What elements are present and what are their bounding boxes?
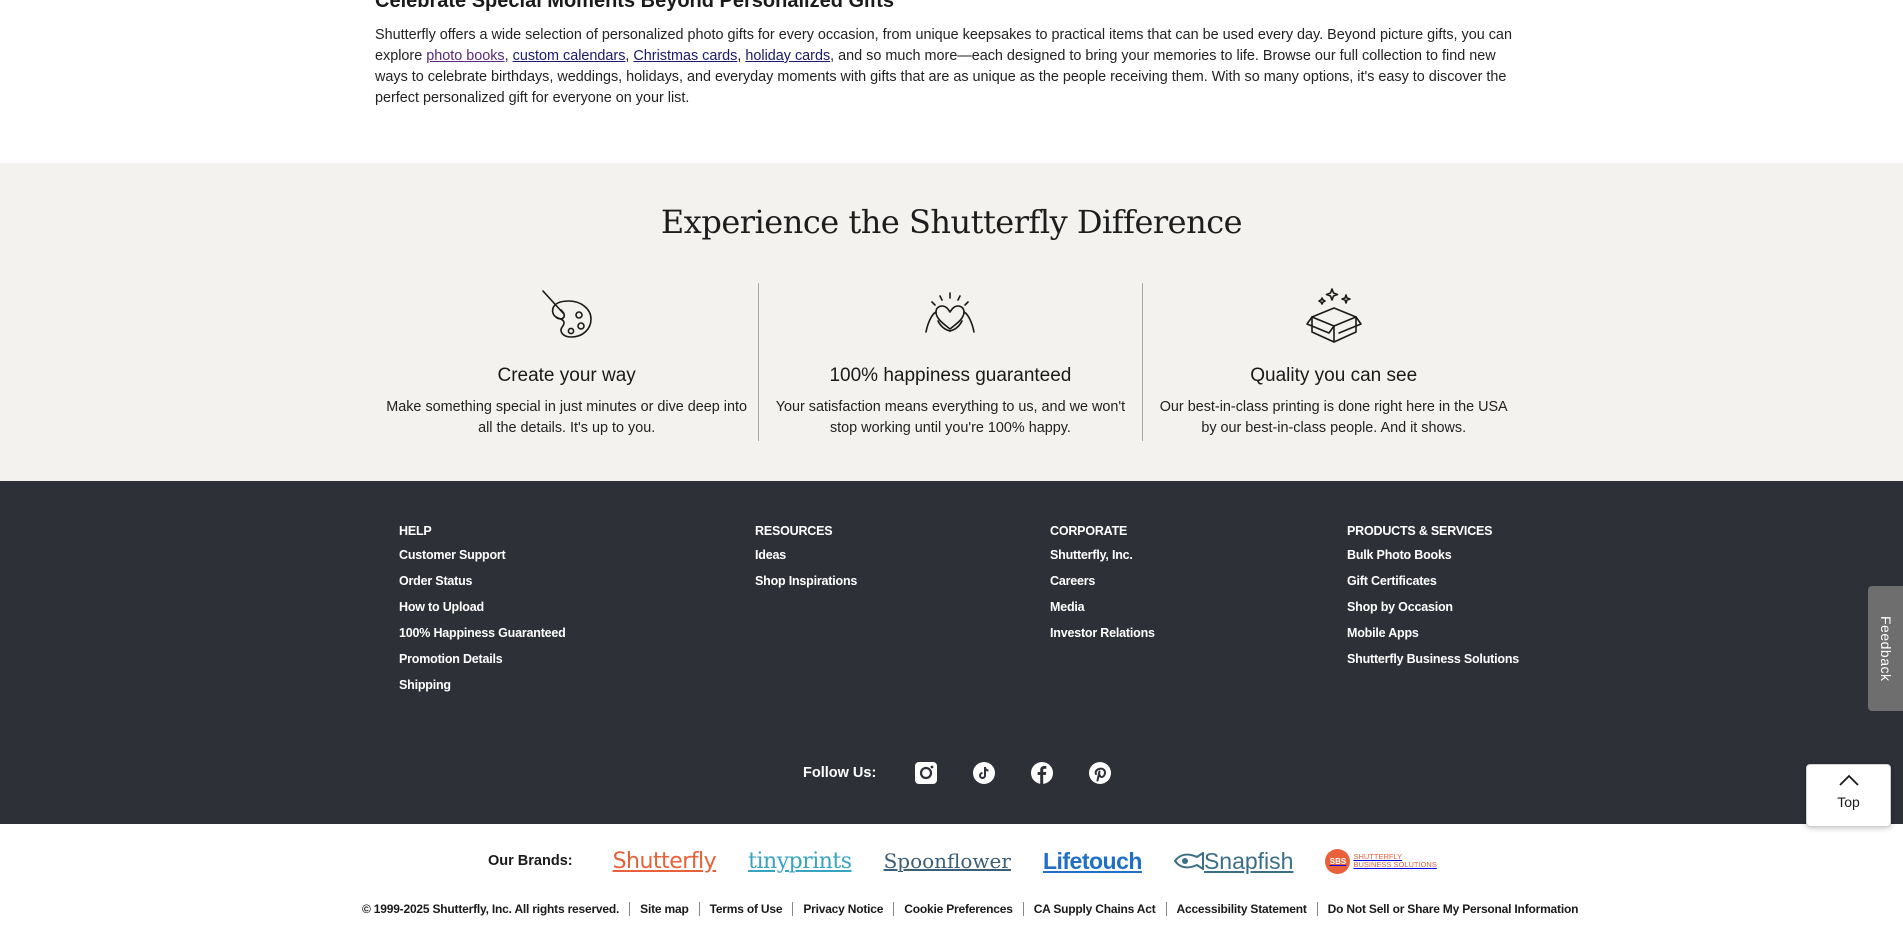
footer-link-gift-certificates[interactable]: Gift Certificates — [1347, 575, 1519, 588]
feature-text: Our best-in-class printing is done right… — [1159, 399, 1508, 436]
footer-link-careers[interactable]: Careers — [1050, 575, 1155, 588]
feedback-label: Feedback — [1878, 615, 1894, 682]
shutterfly-difference-section: Experience the Shutterfly Difference Cre… — [0, 163, 1903, 481]
footer-link-ideas[interactable]: Ideas — [755, 549, 857, 562]
our-brands-label: Our Brands: — [488, 853, 573, 869]
brand-lifetouch-logo[interactable]: Lifetouch — [1043, 848, 1143, 875]
feature-text: Your satisfaction means everything to us… — [775, 399, 1126, 436]
footer-heading-corporate: CORPORATE — [1050, 524, 1128, 538]
chevron-up-icon — [1838, 774, 1859, 786]
sbs-badge: SBS — [1325, 848, 1351, 874]
our-brands: Our Brands: Shutterfly tinyprints Spoonf… — [488, 845, 1469, 877]
feature-title: Create your way — [497, 365, 636, 386]
sparkle-box-icon — [1305, 288, 1362, 343]
tiktok-icon[interactable] — [972, 761, 996, 785]
brand-spoonflower-logo[interactable]: Spoonflower — [884, 849, 1011, 873]
footer-heading-resources: RESOURCES — [755, 524, 833, 538]
footer-heading-products: PRODUCTS & SERVICES — [1347, 524, 1493, 538]
footer-link-order-status[interactable]: Order Status — [399, 575, 566, 588]
feature-quality: Quality you can see Our best-in-class pr… — [1141, 283, 1525, 441]
snapfish-eye-icon — [1173, 852, 1204, 870]
legal-bar: © 1999-2025 Shutterfly, Inc. All rights … — [362, 902, 1588, 916]
photo-books-link[interactable]: photo books — [426, 48, 504, 64]
footer-column-resources: RESOURCES Ideas Shop Inspirations — [755, 524, 857, 601]
footer-link-bulk-photo-books[interactable]: Bulk Photo Books — [1347, 549, 1519, 562]
footer-heading-help: HELP — [399, 524, 432, 538]
footer-column-products: PRODUCTS & SERVICES Bulk Photo Books Gif… — [1347, 524, 1519, 679]
follow-us-label: Follow Us: — [803, 765, 877, 781]
site-footer: HELP Customer Support Order Status How t… — [0, 481, 1903, 824]
feature-create-your-way: Create your way Make something special i… — [375, 283, 758, 441]
footer-link-business-solutions[interactable]: Shutterfly Business Solutions — [1347, 653, 1519, 666]
instagram-icon[interactable] — [914, 761, 938, 785]
footer-link-shipping[interactable]: Shipping — [399, 679, 566, 692]
footer-link-promotion-details[interactable]: Promotion Details — [399, 653, 566, 666]
legal-link-cookie-preferences[interactable]: Cookie Preferences — [904, 902, 1013, 916]
footer-link-shutterfly-inc[interactable]: Shutterfly, Inc. — [1050, 549, 1155, 562]
brand-snapfish-logo[interactable]: Snapfish — [1173, 847, 1294, 875]
brand-sbs-logo[interactable]: SBS SHUTTERFLY BUSINESS SOLUTIONS — [1325, 848, 1437, 874]
intro-paragraph: Shutterfly offers a wide selection of pe… — [375, 25, 1530, 109]
legal-link-site-map[interactable]: Site map — [640, 902, 689, 916]
legal-link-accessibility[interactable]: Accessibility Statement — [1177, 902, 1307, 916]
brand-shutterfly-logo[interactable]: Shutterfly — [613, 849, 717, 874]
features-row: Create your way Make something special i… — [375, 283, 1525, 441]
follow-us: Follow Us: — [803, 761, 1146, 785]
footer-link-investor-relations[interactable]: Investor Relations — [1050, 627, 1155, 640]
facebook-icon[interactable] — [1030, 761, 1054, 785]
footer-link-how-to-upload[interactable]: How to Upload — [399, 601, 566, 614]
intro-title: Celebrate Special Moments Beyond Persona… — [375, 0, 895, 12]
christmas-cards-link[interactable]: Christmas cards — [633, 48, 737, 64]
legal-link-do-not-sell[interactable]: Do Not Sell or Share My Personal Informa… — [1328, 902, 1579, 916]
holiday-cards-link[interactable]: holiday cards — [745, 48, 830, 64]
pinterest-icon[interactable] — [1088, 761, 1112, 785]
copyright: © 1999-2025 Shutterfly, Inc. All rights … — [362, 902, 620, 916]
difference-title: Experience the Shutterfly Difference — [660, 203, 1243, 241]
palette-icon — [541, 290, 592, 338]
footer-column-help: HELP Customer Support Order Status How t… — [399, 524, 566, 705]
feedback-tab[interactable]: Feedback — [1868, 586, 1903, 711]
footer-link-customer-support[interactable]: Customer Support — [399, 549, 566, 562]
back-to-top-button[interactable]: Top — [1806, 764, 1891, 827]
intro-section: Celebrate Special Moments Beyond Persona… — [375, 0, 1530, 109]
footer-link-mobile-apps[interactable]: Mobile Apps — [1347, 627, 1519, 640]
footer-link-happiness-guaranteed[interactable]: 100% Happiness Guaranteed — [399, 627, 566, 640]
heart-hands-icon — [925, 292, 976, 333]
feature-happiness-guaranteed: 100% happiness guaranteed Your satisfact… — [758, 283, 1141, 441]
legal-link-ca-supply-chains[interactable]: CA Supply Chains Act — [1034, 902, 1156, 916]
footer-link-media[interactable]: Media — [1050, 601, 1155, 614]
footer-link-shop-by-occasion[interactable]: Shop by Occasion — [1347, 601, 1519, 614]
snapfish-wordmark: Snapfish — [1203, 847, 1294, 874]
feature-text: Make something special in just minutes o… — [386, 399, 748, 436]
back-to-top-label: Top — [1837, 794, 1860, 810]
sbs-line-2: BUSINESS SOLUTIONS — [1353, 860, 1437, 869]
footer-column-corporate: CORPORATE Shutterfly, Inc. Careers Media… — [1050, 524, 1155, 653]
custom-calendars-link[interactable]: custom calendars — [513, 48, 626, 64]
legal-link-privacy-notice[interactable]: Privacy Notice — [803, 902, 883, 916]
separator: , — [504, 48, 513, 64]
feature-title: 100% happiness guaranteed — [829, 365, 1072, 386]
feature-title: Quality you can see — [1250, 365, 1418, 386]
legal-link-terms-of-use[interactable]: Terms of Use — [710, 902, 783, 916]
brand-tinyprints-logo[interactable]: tinyprints — [748, 849, 852, 874]
footer-link-shop-inspirations[interactable]: Shop Inspirations — [755, 575, 857, 588]
sbs-wordmark: SHUTTERFLY BUSINESS SOLUTIONS — [1353, 853, 1436, 869]
